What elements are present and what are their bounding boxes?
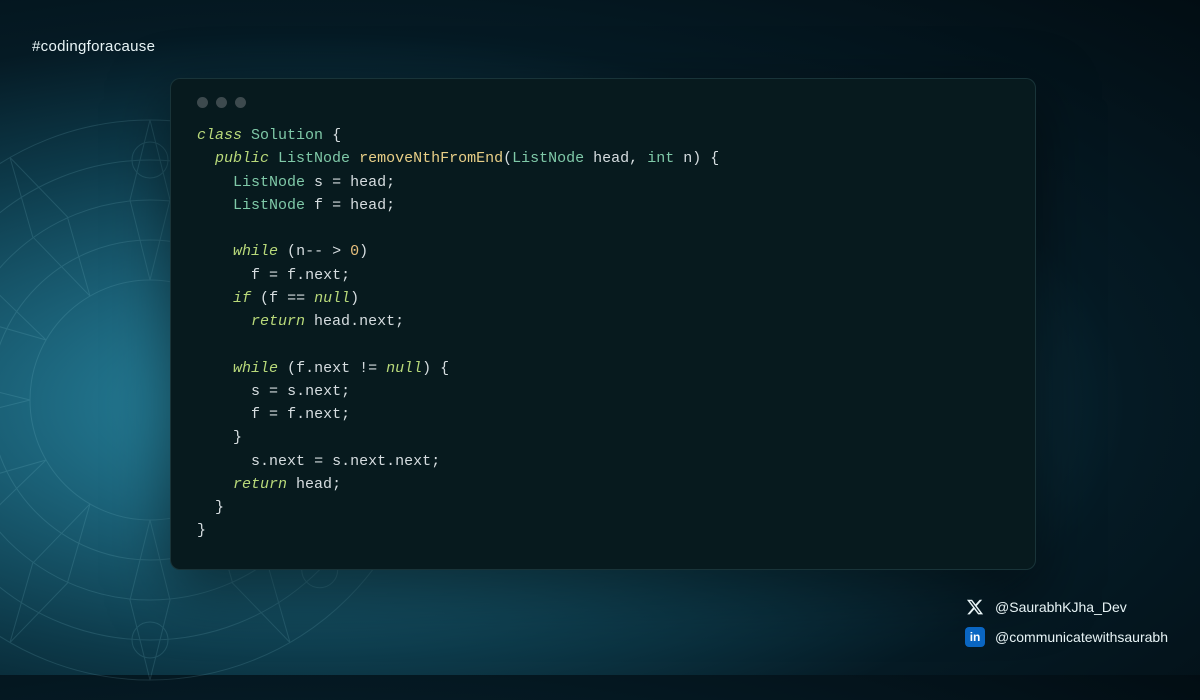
social-links: @SaurabhKJha_Dev in @communicatewithsaur… xyxy=(965,597,1168,647)
x-icon xyxy=(965,597,985,617)
linkedin-icon: in xyxy=(965,627,985,647)
linkedin-handle: @communicatewithsaurabh xyxy=(995,629,1168,645)
linkedin-link[interactable]: in @communicatewithsaurabh xyxy=(965,627,1168,647)
window-dot xyxy=(216,97,227,108)
code-block: class Solution { public ListNode removeN… xyxy=(197,124,1009,543)
window-dot xyxy=(235,97,246,108)
window-dot xyxy=(197,97,208,108)
code-window: class Solution { public ListNode removeN… xyxy=(170,78,1036,570)
twitter-link[interactable]: @SaurabhKJha_Dev xyxy=(965,597,1127,617)
hashtag-label: #codingforacause xyxy=(32,38,155,55)
window-controls xyxy=(197,97,1009,108)
twitter-handle: @SaurabhKJha_Dev xyxy=(995,599,1127,615)
